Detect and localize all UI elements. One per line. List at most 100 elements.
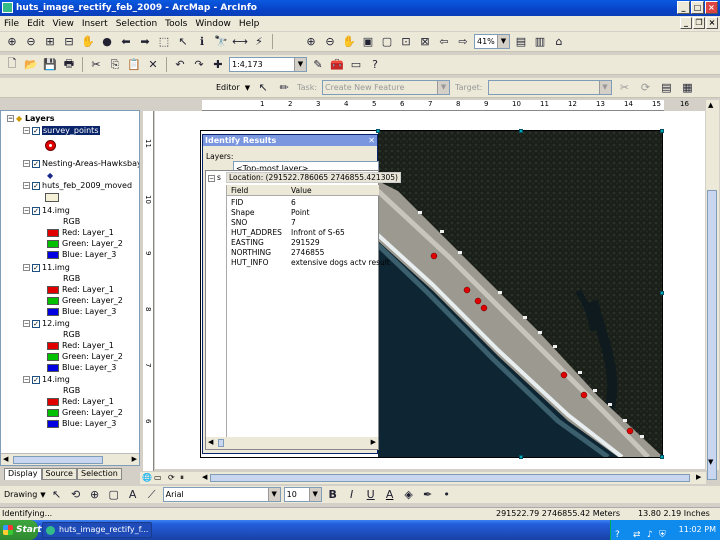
collapse-icon[interactable]: − [23,320,30,327]
task-select[interactable]: Create New Feature ▼ [322,80,451,95]
layout-horizontal-scrollbar[interactable]: 🌐 ▭ ⟳ ⏸ ◀ ▶ [140,472,706,484]
menu-view[interactable]: View [53,19,74,29]
toc-layer-12-img[interactable]: − ✓ 12.img [23,319,70,328]
layout-zoom-in-icon[interactable]: ⊕ [303,34,319,50]
focus-data-frame-icon[interactable]: ▥ [532,34,548,50]
tab-display[interactable]: Display [4,468,42,480]
font-size-select[interactable]: 10 ▼ [283,487,322,502]
column-value[interactable]: Value [291,186,312,195]
fixed-zoom-in-icon[interactable]: ⊞ [42,34,58,50]
volume-tray-icon[interactable]: ♪ [647,525,653,540]
menu-help[interactable]: Help [239,19,260,29]
zoom-100-icon[interactable]: ▢ [379,34,395,50]
toc-layer-11-img[interactable]: − ✓ 11.img [23,263,70,272]
sketch-properties-icon[interactable]: ▦ [680,80,696,96]
collapse-icon[interactable]: − [23,376,30,383]
maximize-button[interactable]: □ [691,1,704,14]
refresh-icon[interactable]: ⟳ [168,473,175,482]
layout-forward-icon[interactable]: ⇨ [455,34,471,50]
layout-back-icon[interactable]: ⇦ [436,34,452,50]
rotate-tool-icon[interactable]: ⟳ [638,80,654,96]
menu-tools[interactable]: Tools [165,19,187,29]
back-extent-icon[interactable]: ⬅ [118,34,134,50]
identify-icon[interactable]: ℹ [194,34,210,50]
new-text-icon[interactable]: A [125,487,141,503]
close-button[interactable]: × [705,1,718,14]
marker-color-icon[interactable]: • [439,487,455,503]
select-features-icon[interactable]: ⬚ [156,34,172,50]
collapse-icon[interactable]: − [208,174,215,182]
layout-zoom-out-icon[interactable]: ⊖ [322,34,338,50]
font-select[interactable]: Arial ▼ [162,487,281,502]
doc-minimize-button[interactable]: _ [680,17,692,29]
scroll-left-icon[interactable]: ◀ [208,438,213,446]
column-field[interactable]: Field [231,186,248,195]
change-layout-icon[interactable]: ⌂ [551,34,567,50]
menu-insert[interactable]: Insert [82,19,108,29]
scroll-up-icon[interactable]: ▲ [708,101,713,109]
cut-icon[interactable]: ✂ [88,57,104,73]
zoom-whole-page-icon[interactable]: ▣ [360,34,376,50]
doc-restore-button[interactable]: ❐ [693,17,705,29]
layer-checkbox[interactable]: ✓ [32,375,40,384]
pause-drawing-icon[interactable]: ⏸ [180,473,184,483]
tree-node[interactable]: − s [208,173,221,182]
edit-tool-icon[interactable]: ↖ [255,80,271,96]
select-elements-icon[interactable]: ↖ [175,34,191,50]
menu-file[interactable]: File [4,19,19,29]
collapse-icon[interactable]: − [23,207,30,214]
print-icon[interactable]: 🖶 [61,57,77,73]
italic-button[interactable]: I [344,487,360,503]
selection-handle[interactable] [660,129,664,133]
add-data-icon[interactable]: ✚ [210,57,226,73]
paste-icon[interactable]: 📋 [126,57,142,73]
collapse-icon[interactable]: − [7,115,14,122]
toc-root[interactable]: − ◆ Layers [7,114,55,123]
scroll-thumb[interactable] [210,474,690,482]
select-elements-icon[interactable]: ↖ [49,487,65,503]
selection-handle[interactable] [519,129,523,133]
edit-vertices-icon[interactable]: ⟋ [144,487,160,503]
selection-handle[interactable] [376,129,380,133]
start-button[interactable]: Start [0,520,42,540]
scroll-down-icon[interactable]: ▼ [708,458,713,466]
font-color-button[interactable]: A [382,487,398,503]
collapse-icon[interactable]: − [23,182,30,189]
fixed-zoom-out-icon[interactable]: ⊟ [61,34,77,50]
rotate-icon[interactable]: ⟲ [68,487,84,503]
delete-icon[interactable]: ✕ [145,57,161,73]
layer-checkbox[interactable]: ✓ [32,263,40,272]
tab-source[interactable]: Source [41,468,77,480]
target-select[interactable]: ▼ [487,80,612,95]
zoom-percent-select[interactable]: 41% ▼ [474,34,510,49]
open-icon[interactable]: 📂 [23,57,39,73]
toc-layer-14-img-2[interactable]: − ✓ 14.img [23,375,70,384]
hyperlink-icon[interactable]: ⚡ [251,34,267,50]
network-tray-icon[interactable]: ⇄ [633,525,641,540]
help-tray-icon[interactable]: ? [615,525,620,540]
menu-window[interactable]: Window [195,19,231,29]
scroll-left-icon[interactable]: ◀ [202,473,207,481]
fixed-zoom-layout-icon[interactable]: ⊡ [398,34,414,50]
identify-scrollbar[interactable]: ◀ ▶ [206,437,378,449]
tab-selection[interactable]: Selection [76,468,122,480]
layout-fit-icon[interactable]: ⊠ [417,34,433,50]
pan-icon[interactable]: ✋ [80,34,96,50]
whats-this-icon[interactable]: ? [367,57,383,73]
layer-checkbox[interactable]: ✓ [32,181,40,190]
minimize-button[interactable]: _ [677,1,690,14]
forward-extent-icon[interactable]: ➡ [137,34,153,50]
menu-selection[interactable]: Selection [116,19,157,29]
toc-layer-huts-feb[interactable]: − ✓ huts_feb_2009_moved [23,181,132,190]
security-tray-icon[interactable]: ⛨ [659,525,666,540]
command-line-icon[interactable]: ▭ [348,57,364,73]
sketch-tool-icon[interactable]: ✏ [276,80,292,96]
underline-button[interactable]: U [363,487,379,503]
layer-checkbox[interactable]: ✓ [32,126,40,135]
save-icon[interactable]: 💾 [42,57,58,73]
undo-icon[interactable]: ↶ [172,57,188,73]
zoom-out-icon[interactable]: ⊖ [23,34,39,50]
drawing-menu[interactable]: Drawing [4,490,37,499]
collapse-icon[interactable]: − [23,264,30,271]
collapse-icon[interactable]: − [23,127,30,134]
